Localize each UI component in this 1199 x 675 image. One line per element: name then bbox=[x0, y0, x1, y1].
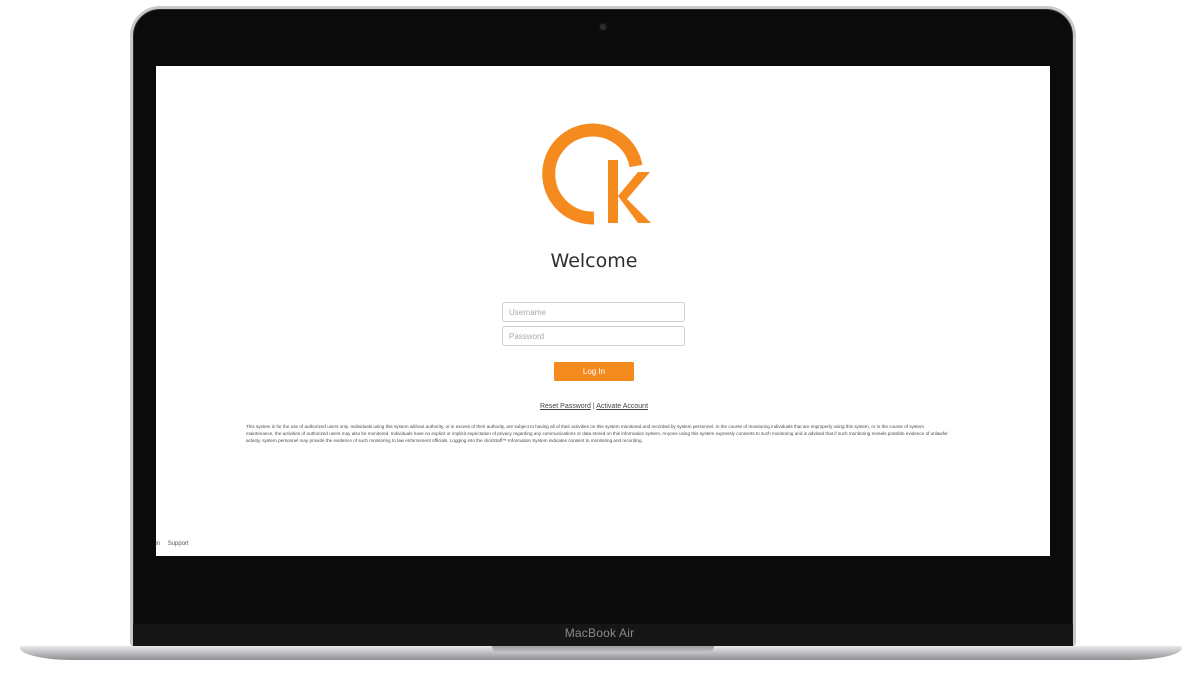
footer-login-link[interactable]: gin bbox=[156, 541, 160, 547]
welcome-heading: Welcome bbox=[550, 250, 638, 272]
footer-support-link[interactable]: Support bbox=[168, 541, 189, 547]
camera-icon bbox=[600, 24, 606, 30]
login-screen: Welcome Log In Reset Password | Activate… bbox=[156, 66, 1050, 556]
base-notch bbox=[492, 646, 714, 653]
footer-links: gin Support bbox=[156, 541, 195, 547]
legal-disclaimer: This system is for the use of authorized… bbox=[246, 424, 948, 443]
account-links: Reset Password | Activate Account bbox=[156, 403, 1032, 410]
ck-circle-logo-icon bbox=[542, 123, 651, 225]
device-brand-label: MacBook Air bbox=[564, 626, 635, 640]
reset-password-link[interactable]: Reset Password bbox=[540, 403, 591, 410]
password-input[interactable] bbox=[502, 326, 685, 346]
links-separator: | bbox=[592, 403, 595, 410]
product-mockup: Welcome Log In Reset Password | Activate… bbox=[0, 0, 1199, 675]
activate-account-link[interactable]: Activate Account bbox=[596, 403, 648, 410]
log-in-button[interactable]: Log In bbox=[554, 362, 634, 381]
username-input[interactable] bbox=[502, 302, 685, 322]
